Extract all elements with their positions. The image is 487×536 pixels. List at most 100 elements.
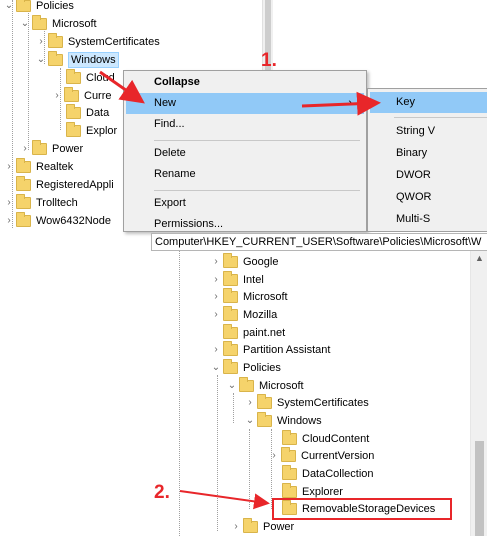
tree-node-wow6432node[interactable]: › Wow6432Node [4, 212, 111, 230]
folder-icon [257, 394, 272, 409]
collapse-chevron-icon[interactable]: ⌄ [20, 15, 30, 33]
tree-node-label: Power [52, 143, 84, 155]
tree-node-label: Trolltech [36, 197, 78, 209]
folder-icon [48, 51, 63, 66]
tree-node-label: Mozilla [243, 309, 278, 321]
address-bar[interactable]: Computer\HKEY_CURRENT_USER\Software\Poli… [151, 233, 487, 251]
tree-node-cloudcontent[interactable]: Cloud [66, 69, 115, 87]
submenu-item-dword-value[interactable]: DWOR [370, 165, 487, 186]
tree-node-realtek[interactable]: › Realtek [4, 158, 73, 176]
tree-node-label: Realtek [36, 161, 74, 173]
tree-node-cloudcontent[interactable]: CloudContent [282, 430, 369, 448]
tree-node-label: Data [86, 107, 110, 119]
collapse-chevron-icon[interactable]: ⌄ [211, 359, 221, 377]
tree-node-paint-net[interactable]: paint.net [223, 324, 285, 342]
folder-icon [66, 104, 81, 119]
tree-node-mozilla[interactable]: › Mozilla [211, 306, 277, 324]
expand-chevron-icon[interactable]: › [269, 447, 279, 465]
tree-node-partition-assistant[interactable]: › Partition Assistant [211, 341, 330, 359]
tree-node-power[interactable]: › Power [231, 518, 294, 536]
folder-icon [281, 447, 296, 462]
tree-node-label: SystemCertificates [68, 36, 160, 48]
tree-node-currentversion[interactable]: › Curre [52, 87, 112, 105]
tree-node-label: Microsoft [259, 380, 304, 392]
expand-chevron-icon[interactable]: › [231, 518, 241, 536]
tree-node-label: CloudContent [302, 433, 370, 445]
menu-item-export[interactable]: Export [126, 193, 364, 214]
tree-node-intel[interactable]: › Intel [211, 271, 264, 289]
menu-item-collapse[interactable]: Collapse [126, 72, 364, 93]
expand-chevron-icon[interactable]: › [211, 341, 221, 359]
folder-icon [223, 306, 238, 321]
menu-item-find[interactable]: Find... [126, 114, 364, 135]
scrollbar-thumb[interactable] [475, 441, 484, 536]
menu-item-label: New [154, 97, 177, 109]
expand-chevron-icon[interactable]: › [4, 194, 14, 212]
expand-chevron-icon[interactable]: › [52, 87, 62, 105]
tree-node-currentversion[interactable]: › CurrentVersion [269, 447, 374, 465]
expand-chevron-icon[interactable]: › [245, 394, 255, 412]
submenu-item-qword-value[interactable]: QWOR [370, 187, 487, 208]
tree-node-label: Cloud [86, 72, 115, 84]
tree-node-explorer[interactable]: Explor [66, 122, 117, 140]
tree-node-label: RegisteredAppli [36, 179, 114, 191]
folder-icon [16, 194, 31, 209]
tree-node-label: SystemCertificates [277, 397, 369, 409]
folder-icon [243, 518, 258, 533]
menu-item-permissions[interactable]: Permissions... [126, 214, 364, 235]
tree-node-label: Google [243, 256, 279, 268]
expand-chevron-icon[interactable]: › [36, 33, 46, 51]
tree-node-label: DataCollection [302, 468, 374, 480]
folder-icon [239, 377, 254, 392]
expand-chevron-icon[interactable]: › [211, 306, 221, 324]
tree-node-policies[interactable]: ⌄ Policies [4, 0, 74, 15]
submenu-item-binary-value[interactable]: Binary [370, 143, 487, 164]
expand-chevron-icon[interactable]: › [211, 253, 221, 271]
menu-separator [394, 117, 487, 118]
tree-node-datacollection[interactable]: DataCollection [282, 465, 374, 483]
collapse-chevron-icon[interactable]: ⌄ [227, 377, 237, 395]
tree-node-windows[interactable]: ⌄ Windows [36, 51, 119, 69]
tree-node-datacollection[interactable]: Data [66, 104, 109, 122]
expand-chevron-icon[interactable]: › [211, 271, 221, 289]
scroll-up-arrow-icon[interactable]: ▲ [471, 253, 487, 263]
tree-node-label: Power [263, 521, 295, 533]
menu-item-new[interactable]: New › [126, 93, 364, 114]
collapse-chevron-icon[interactable]: ⌄ [4, 0, 14, 15]
collapse-chevron-icon[interactable]: ⌄ [36, 51, 46, 69]
tree-node-label: Explor [86, 125, 118, 137]
tree-node-trolltech[interactable]: › Trolltech [4, 194, 78, 212]
folder-icon [66, 122, 81, 137]
submenu-item-key[interactable]: Key [370, 92, 487, 113]
tree-node-label: Partition Assistant [243, 344, 331, 356]
tree-node-microsoft[interactable]: › Microsoft [211, 288, 288, 306]
folder-icon [48, 33, 63, 48]
tree-node-systemcertificates[interactable]: › SystemCertificates [245, 394, 369, 412]
folder-icon [66, 69, 81, 84]
expand-chevron-icon[interactable]: › [211, 288, 221, 306]
tree-node-microsoft-policies[interactable]: ⌄ Microsoft [227, 377, 304, 395]
collapse-chevron-icon[interactable]: ⌄ [245, 412, 255, 430]
tree-node-systemcertificates[interactable]: › SystemCertificates [36, 33, 160, 51]
submenu-item-multistring-value[interactable]: Multi-S [370, 209, 487, 230]
expand-chevron-icon[interactable]: › [4, 212, 14, 230]
expand-chevron-icon[interactable]: › [20, 140, 30, 158]
tree-node-label: Policies [36, 0, 74, 12]
submenu-item-string-value[interactable]: String V [370, 121, 487, 142]
tree-node-google[interactable]: › Google [211, 253, 278, 271]
bottom-tree-scrollbar[interactable]: ▲ [470, 251, 487, 536]
registry-tree-bottom: › Google › Intel › Microsoft › Mozilla p… [165, 251, 487, 536]
expand-chevron-icon[interactable]: › [4, 158, 14, 176]
tree-node-policies[interactable]: ⌄ Policies [211, 359, 281, 377]
tree-node-power[interactable]: › Power [20, 140, 83, 158]
folder-icon [32, 15, 47, 30]
folder-icon [223, 288, 238, 303]
tree-node-windows[interactable]: ⌄ Windows [245, 412, 322, 430]
tree-node-label: Microsoft [243, 291, 288, 303]
tree-node-microsoft[interactable]: ⌄ Microsoft [20, 15, 97, 33]
tree-node-registeredapplications[interactable]: RegisteredAppli [16, 176, 114, 194]
menu-separator [154, 190, 360, 191]
menu-item-delete[interactable]: Delete [126, 143, 364, 164]
context-menu: Collapse New › Find... Delete Rename Exp… [123, 70, 367, 232]
menu-item-rename[interactable]: Rename [126, 164, 364, 185]
